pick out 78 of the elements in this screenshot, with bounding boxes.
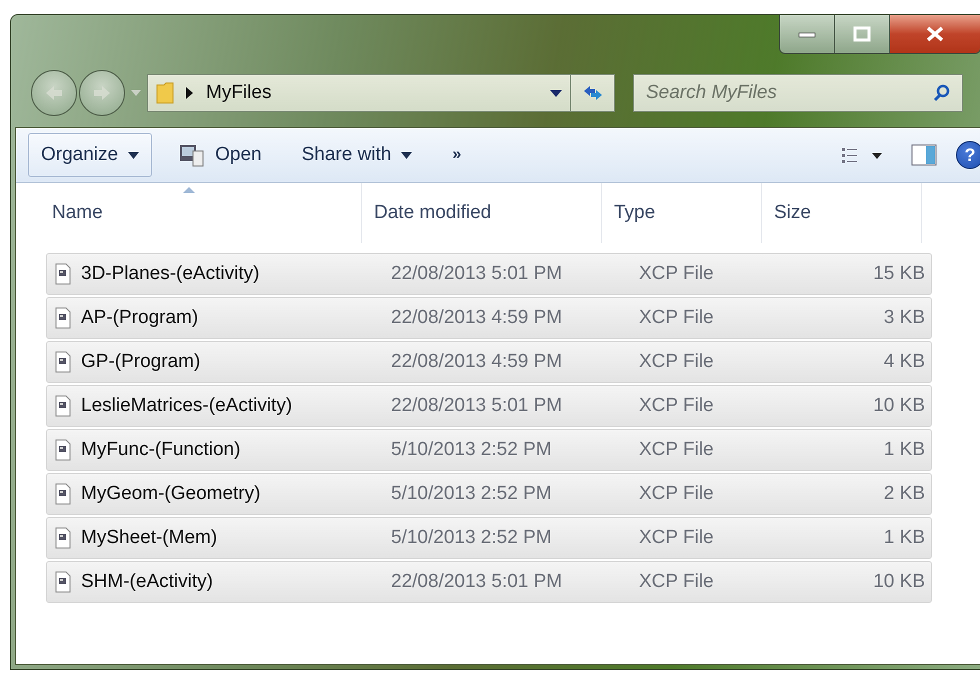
file-icon xyxy=(55,307,71,329)
refresh-icon xyxy=(582,84,604,102)
type-cell-text: XCP File xyxy=(638,395,715,417)
file-row[interactable]: MySheet-(Mem) 5/10/2013 2:52 PM XCP File 1 KB xyxy=(46,517,932,559)
back-button[interactable] xyxy=(31,70,77,116)
minimize-icon xyxy=(798,30,816,38)
file-name: MySheet-(Mem) xyxy=(81,527,218,549)
file-name: 3D-Planes-(eActivity) xyxy=(81,263,260,285)
column-header[interactable]: Date modified xyxy=(362,183,602,243)
file-icon xyxy=(55,351,71,373)
type-cell-text: XCP File xyxy=(638,527,715,549)
help-button[interactable]: ? xyxy=(956,141,980,169)
close-icon xyxy=(925,26,945,42)
file-icon xyxy=(55,395,71,417)
pane-icon xyxy=(911,144,937,166)
file-name: MyFunc-(Function) xyxy=(81,439,240,461)
size-cell-text: 10 KB xyxy=(872,395,926,417)
program-icon xyxy=(179,143,206,167)
sort-ascending-icon xyxy=(182,187,194,193)
date-cell-text: 5/10/2013 2:52 PM xyxy=(390,527,553,549)
file-name: SHM-(eActivity) xyxy=(81,571,213,593)
chevron-icon[interactable] xyxy=(186,87,194,99)
close-button[interactable] xyxy=(890,15,980,53)
refresh-button[interactable] xyxy=(571,74,615,112)
type-cell-text: XCP File xyxy=(638,263,715,285)
type-cell-text: XCP File xyxy=(638,351,715,373)
column-header[interactable]: Size xyxy=(762,183,922,243)
file-row[interactable]: LeslieMatrices-(eActivity) 22/08/2013 5:01 PM XCP File 10 KB xyxy=(46,385,932,427)
search-field[interactable]: Search MyFiles xyxy=(633,74,963,112)
size-cell-text: 15 KB xyxy=(872,263,926,285)
minimize-button[interactable] xyxy=(780,15,835,53)
file-row[interactable]: 3D-Planes-(eActivity) 22/08/2013 5:01 PM XCP File 15 KB xyxy=(46,253,932,295)
size-cell-text: 1 KB xyxy=(882,527,926,549)
date-cell-text: 22/08/2013 4:59 PM xyxy=(390,351,564,373)
folder-icon xyxy=(156,81,174,105)
forward-button[interactable] xyxy=(79,70,125,116)
size-cell-text: 2 KB xyxy=(882,483,926,505)
date-cell-text: 5/10/2013 2:52 PM xyxy=(390,483,553,505)
file-row[interactable]: GP-(Program) 22/08/2013 4:59 PM XCP File 4 KB xyxy=(46,341,932,383)
column-header[interactable]: Type xyxy=(602,183,762,243)
file-icon xyxy=(55,483,71,505)
type-cell-text: XCP File xyxy=(638,439,715,461)
caret-icon xyxy=(128,152,140,158)
file-row[interactable]: SHM-(eActivity) 22/08/2013 5:01 PM XCP File 10 KB xyxy=(46,561,932,603)
file-name: AP-(Program) xyxy=(81,307,198,329)
maximize-icon xyxy=(853,26,871,42)
date-cell-text: 22/08/2013 5:01 PM xyxy=(390,263,564,285)
share-menu-button[interactable]: Share with xyxy=(288,133,426,177)
file-icon xyxy=(55,439,71,461)
date-cell-text: 5/10/2013 2:52 PM xyxy=(390,439,553,461)
more-button[interactable]: » xyxy=(439,133,474,177)
file-icon xyxy=(55,263,71,285)
file-row[interactable]: AP-(Program) 22/08/2013 4:59 PM XCP File 3 KB xyxy=(46,297,932,339)
open-button[interactable]: Open xyxy=(166,133,275,177)
size-cell-text: 3 KB xyxy=(882,307,926,329)
type-cell-text: XCP File xyxy=(638,483,715,505)
caret-icon[interactable] xyxy=(550,90,562,96)
file-name: GP-(Program) xyxy=(81,351,200,373)
address-bar[interactable]: MyFiles xyxy=(147,74,571,112)
date-cell-text: 22/08/2013 5:01 PM xyxy=(390,395,564,417)
caret-icon xyxy=(401,152,412,158)
size-cell-text: 10 KB xyxy=(872,571,926,593)
date-cell-text: 22/08/2013 4:59 PM xyxy=(390,307,564,329)
size-cell-text: 4 KB xyxy=(882,351,926,373)
size-cell-text: 1 KB xyxy=(882,439,926,461)
date-cell-text: 22/08/2013 5:01 PM xyxy=(390,571,564,593)
file-row[interactable]: MyFunc-(Function) 5/10/2013 2:52 PM XCP File 1 KB xyxy=(46,429,932,471)
address-path: MyFiles xyxy=(206,82,272,104)
search-icon[interactable] xyxy=(933,84,951,102)
column-header[interactable]: Name xyxy=(16,183,362,243)
file-icon xyxy=(55,527,71,549)
file-row[interactable]: MyGeom-(Geometry) 5/10/2013 2:52 PM XCP File 2 KB xyxy=(46,473,932,515)
file-icon xyxy=(55,571,71,593)
file-name: LeslieMatrices-(eActivity) xyxy=(81,395,292,417)
file-name: MyGeom-(Geometry) xyxy=(81,483,260,505)
organize-menu-button[interactable]: Organize xyxy=(28,133,152,177)
type-cell-text: XCP File xyxy=(638,307,715,329)
type-cell-text: XCP File xyxy=(638,571,715,593)
